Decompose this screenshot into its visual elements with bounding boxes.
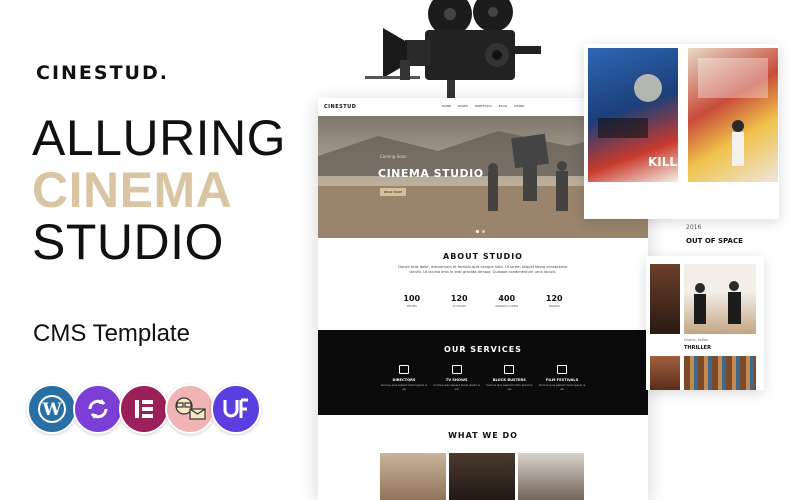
- svg-text:W: W: [41, 400, 62, 420]
- stats-row: 100 MOVIES 120 TV SHOWS 400 AWARDS & CRE…: [318, 294, 648, 308]
- service-desc: Curmus quis sapient lorem ipsum is uel: [538, 384, 586, 391]
- headline-line-2: CINEMA: [32, 162, 233, 218]
- thumbnail-image: [650, 356, 680, 390]
- service-name: TV SHOWS: [445, 378, 468, 382]
- headline-line-3: STUDIO: [32, 214, 224, 270]
- about-title: ABOUT STUDIO: [443, 252, 523, 261]
- stat-value: 400: [498, 294, 516, 303]
- tv-icon: [451, 365, 462, 374]
- service-desc: Curmus quis sapient lorem ipsum is uel: [486, 384, 533, 391]
- preview-menu: HOME PAGES PORTFOLIO BLOG SHARE: [442, 104, 524, 108]
- nav-home[interactable]: HOME: [442, 104, 451, 108]
- stat-item: 120 TV SHOWS: [439, 294, 479, 308]
- hero-title: CINEMA STUDIO: [378, 167, 484, 180]
- what-we-do-title: WHAT WE DO: [448, 431, 518, 440]
- nav-share[interactable]: SHARE: [514, 104, 524, 108]
- services-row: DIRECTORS Curmus quis sapient lorem ipsu…: [318, 365, 648, 391]
- service-item[interactable]: FILM FESTIVALS Curmus quis sapient lorem…: [538, 365, 586, 391]
- stat-label: MOVIES: [406, 305, 417, 308]
- service-item[interactable]: BLOCK BUSTERS Curmus quis sapient lorem …: [485, 365, 533, 391]
- preview-logo[interactable]: CINESTUD: [324, 104, 356, 110]
- thumbnail-image: [684, 356, 756, 390]
- what-we-do-gallery: [380, 453, 584, 500]
- what-we-do-section: WHAT WE DO: [318, 415, 648, 500]
- stat-value: 120: [450, 294, 468, 303]
- stat-label: AWARDS: [548, 305, 560, 308]
- stat-value: 100: [403, 294, 421, 303]
- slider-dot[interactable]: [482, 230, 485, 233]
- service-item[interactable]: TV SHOWS Curmus quis sapient lorem ipsum…: [433, 365, 481, 391]
- about-section: ABOUT STUDIO Donec eros dolor, elementum…: [318, 238, 648, 330]
- service-name: BLOCK BUSTERS: [492, 378, 526, 382]
- thumbnail-image: [650, 264, 680, 334]
- hero-kicker: Coming Soon: [380, 154, 407, 159]
- wordpress-icon: W: [27, 384, 77, 434]
- service-desc: Curmus quis sapient lorem ipsum is uel: [380, 384, 428, 391]
- slider-dots: [476, 230, 485, 233]
- brand-logo: CINESTUD.: [36, 62, 169, 84]
- director-chair-icon: [399, 365, 409, 374]
- card-year: 2016: [686, 224, 702, 231]
- gallery-photo[interactable]: [449, 453, 515, 500]
- gallery-photo[interactable]: [380, 453, 446, 500]
- poster-image: [688, 48, 778, 182]
- poster-image: KILL: [588, 48, 678, 182]
- service-item[interactable]: DIRECTORS Curmus quis sapient lorem ipsu…: [380, 365, 428, 391]
- film-camera-illustration: [355, 0, 545, 100]
- slider-dot[interactable]: [476, 230, 479, 233]
- service-name: FILM FESTIVALS: [545, 378, 579, 382]
- subtitle: CMS Template: [33, 320, 190, 347]
- stat-item: 400 AWARDS & CREW: [487, 294, 527, 308]
- nav-portfolio[interactable]: PORTFOLIO: [475, 104, 492, 108]
- card-title[interactable]: THRILLER: [684, 345, 711, 351]
- service-desc: Curmus quis sapient lorem ipsum is uel: [433, 384, 480, 391]
- card-title[interactable]: OUT OF SPACE: [686, 237, 743, 245]
- uf-plugin-icon: [211, 384, 261, 434]
- clapperboard-icon: [556, 365, 567, 374]
- service-name: DIRECTORS: [392, 378, 416, 382]
- nav-blog[interactable]: BLOG: [499, 104, 507, 108]
- read-more-button[interactable]: READ MORE: [380, 188, 406, 196]
- movie-card-top[interactable]: KILL 2016 OUT OF SPACE: [584, 44, 779, 245]
- thumbnail-image: [684, 264, 756, 334]
- card-meta: Drama, Action: [684, 338, 709, 342]
- services-section: OUR SERVICES DIRECTORS Curmus quis sapie…: [318, 330, 648, 415]
- elementor-icon: [119, 384, 169, 434]
- mailchimp-icon: [165, 384, 215, 434]
- update-sync-icon: [73, 384, 123, 434]
- stat-item: 100 MOVIES: [392, 294, 432, 308]
- headline: ALLURING CINEMA STUDIO: [32, 112, 286, 268]
- gallery-photo[interactable]: [518, 453, 584, 500]
- svg-text:KILL: KILL: [648, 155, 677, 169]
- stat-value: 120: [545, 294, 563, 303]
- headline-line-1: ALLURING: [32, 110, 287, 166]
- film-reel-icon: [504, 365, 515, 374]
- nav-pages[interactable]: PAGES: [458, 104, 468, 108]
- stat-label: TV SHOWS: [452, 305, 467, 308]
- stat-item: 120 AWARDS: [534, 294, 574, 308]
- about-text: Donec eros dolor, elementum et facilisis…: [398, 265, 568, 274]
- services-title: OUR SERVICES: [444, 345, 522, 354]
- movie-card-bottom[interactable]: Drama, Action THRILLER: [646, 256, 764, 390]
- stat-label: AWARDS & CREW: [495, 305, 519, 308]
